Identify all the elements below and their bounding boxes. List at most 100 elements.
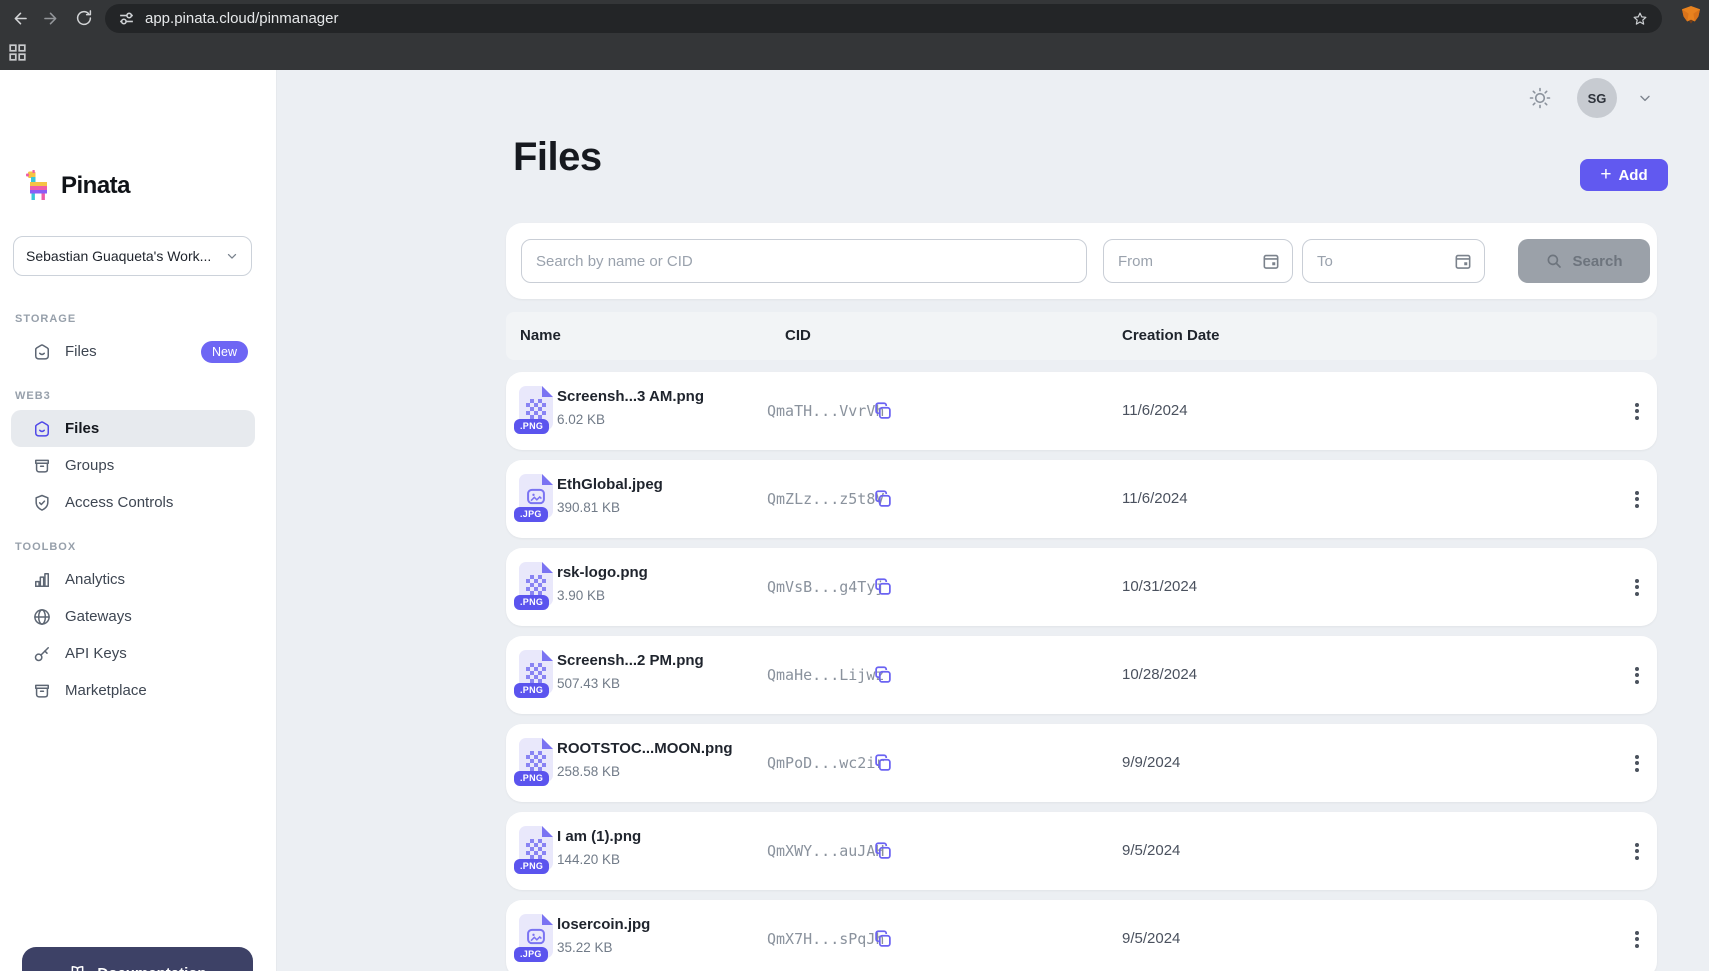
copy-cid-button[interactable] — [872, 488, 894, 510]
to-input[interactable] — [1302, 239, 1485, 283]
back-arrow-icon — [11, 9, 30, 28]
sidebar-item-api-keys[interactable]: API Keys — [0, 635, 276, 672]
table-row[interactable]: .PNG rsk-logo.png 3.90 KB QmVsB...g4Tyj … — [506, 548, 1657, 626]
back-button[interactable] — [8, 6, 32, 30]
bookmark-star-icon[interactable] — [1631, 10, 1649, 28]
file-type-icon: .PNG — [519, 650, 553, 694]
date-from-field — [1103, 239, 1293, 283]
row-actions-menu[interactable] — [1624, 574, 1650, 600]
table-row[interactable]: .PNG ROOTSTOC...MOON.png 258.58 KB QmPoD… — [506, 724, 1657, 802]
forward-button[interactable] — [38, 6, 62, 30]
column-cid: CID — [785, 312, 811, 360]
documentation-button[interactable]: Documentation — [22, 947, 253, 971]
file-cid: QmPoD...wc2ir — [767, 754, 884, 772]
file-ext-badge: .PNG — [514, 683, 549, 698]
file-size: 35.22 KB — [557, 940, 613, 955]
documentation-label: Documentation — [97, 965, 206, 971]
tab-groups-grid-icon[interactable] — [9, 44, 26, 61]
date-to-field — [1302, 239, 1485, 283]
copy-cid-button[interactable] — [872, 576, 894, 598]
checker-glyph-icon — [526, 751, 546, 771]
file-ext-badge: .PNG — [514, 595, 549, 610]
sidebar-item-marketplace[interactable]: Marketplace — [0, 672, 276, 709]
url-bar[interactable]: app.pinata.cloud/pinmanager — [105, 4, 1662, 33]
page-fold-icon — [542, 650, 553, 661]
row-actions-menu[interactable] — [1624, 750, 1650, 776]
table-row[interactable]: .PNG Screensh...2 PM.png 507.43 KB QmaHe… — [506, 636, 1657, 714]
row-actions-menu[interactable] — [1624, 486, 1650, 512]
file-ext-badge: .PNG — [514, 771, 549, 786]
file-ext-badge: .PNG — [514, 419, 549, 434]
workspace-name: Sebastian Guaqueta's Work... — [26, 248, 225, 264]
row-actions-menu[interactable] — [1624, 926, 1650, 952]
page-fold-icon — [542, 914, 553, 925]
file-cid: QmXWY...auJAH — [767, 842, 884, 860]
sidebar-item-files[interactable]: FilesNew — [0, 333, 276, 370]
add-button[interactable]: + Add — [1580, 159, 1668, 191]
sidebar-item-files[interactable]: Files — [11, 410, 255, 447]
copy-cid-button[interactable] — [872, 664, 894, 686]
key-icon — [32, 644, 52, 664]
from-input[interactable] — [1103, 239, 1293, 283]
sun-icon — [1528, 86, 1552, 110]
files-icon — [32, 419, 52, 439]
copy-cid-button[interactable] — [872, 840, 894, 862]
sidebar: Pinata Sebastian Guaqueta's Work... STOR… — [0, 70, 277, 971]
file-name: Screensh...2 PM.png — [557, 652, 704, 669]
magnifier-icon — [1545, 252, 1563, 270]
file-type-icon: .JPG — [519, 474, 553, 518]
table-row[interactable]: .JPG EthGlobal.jpeg 390.81 KB QmZLz...z5… — [506, 460, 1657, 538]
checker-glyph-icon — [526, 399, 546, 419]
row-actions-menu[interactable] — [1624, 838, 1650, 864]
file-creation-date: 11/6/2024 — [1122, 490, 1188, 507]
metamask-extension-icon[interactable] — [1680, 6, 1702, 26]
copy-cid-button[interactable] — [872, 400, 894, 422]
theme-toggle-button[interactable] — [1528, 86, 1552, 110]
file-creation-date: 11/6/2024 — [1122, 402, 1188, 419]
column-creation-date: Creation Date — [1122, 312, 1220, 360]
file-size: 507.43 KB — [557, 676, 620, 691]
sidebar-item-label: Files — [65, 343, 97, 360]
filter-bar: Search — [506, 223, 1657, 299]
file-name: rsk-logo.png — [557, 564, 648, 581]
sidebar-section-label: STORAGE — [15, 313, 276, 325]
pinata-logo[interactable]: Pinata — [25, 170, 130, 201]
account-menu-chevron[interactable] — [1637, 90, 1653, 106]
search-button[interactable]: Search — [1518, 239, 1650, 283]
files-icon — [32, 342, 52, 362]
row-actions-menu[interactable] — [1624, 662, 1650, 688]
plus-icon: + — [1600, 165, 1611, 184]
sidebar-item-access-controls[interactable]: Access Controls — [0, 484, 276, 521]
copy-cid-button[interactable] — [872, 752, 894, 774]
sidebar-item-label: API Keys — [65, 645, 127, 662]
table-row[interactable]: .PNG Screensh...3 AM.png 6.02 KB QmaTH..… — [506, 372, 1657, 450]
reload-icon — [75, 9, 93, 27]
table-row[interactable]: .JPG losercoin.jpg 35.22 KB QmX7H...sPqJ… — [506, 900, 1657, 971]
file-size: 3.90 KB — [557, 588, 605, 603]
workspace-selector[interactable]: Sebastian Guaqueta's Work... — [13, 236, 252, 276]
site-settings-icon — [118, 10, 135, 27]
file-ext-badge: .JPG — [514, 947, 548, 962]
file-cid: QmVsB...g4Tyj — [767, 578, 884, 596]
page-fold-icon — [542, 474, 553, 485]
sidebar-item-gateways[interactable]: Gateways — [0, 598, 276, 635]
app-frame: Pinata Sebastian Guaqueta's Work... STOR… — [0, 70, 1709, 971]
avatar[interactable]: SG — [1577, 78, 1617, 118]
sidebar-item-groups[interactable]: Groups — [0, 447, 276, 484]
table-header: Name CID Creation Date — [506, 312, 1657, 360]
reload-button[interactable] — [72, 6, 96, 30]
copy-cid-button[interactable] — [872, 928, 894, 950]
file-cid: QmaHe...Lijwz — [767, 666, 884, 684]
sidebar-nav: STORAGEFilesNewWEB3FilesGroupsAccess Con… — [0, 297, 276, 709]
file-creation-date: 9/5/2024 — [1122, 842, 1180, 859]
table-row[interactable]: .PNG I am (1).png 144.20 KB QmXWY...auJA… — [506, 812, 1657, 890]
row-actions-menu[interactable] — [1624, 398, 1650, 424]
page-fold-icon — [542, 562, 553, 573]
file-creation-date: 9/5/2024 — [1122, 930, 1180, 947]
sidebar-item-analytics[interactable]: Analytics — [0, 561, 276, 598]
file-creation-date: 9/9/2024 — [1122, 754, 1180, 771]
brand-name: Pinata — [61, 172, 130, 200]
file-creation-date: 10/31/2024 — [1122, 578, 1197, 595]
search-input[interactable] — [521, 239, 1087, 283]
file-name: Screensh...3 AM.png — [557, 388, 704, 405]
